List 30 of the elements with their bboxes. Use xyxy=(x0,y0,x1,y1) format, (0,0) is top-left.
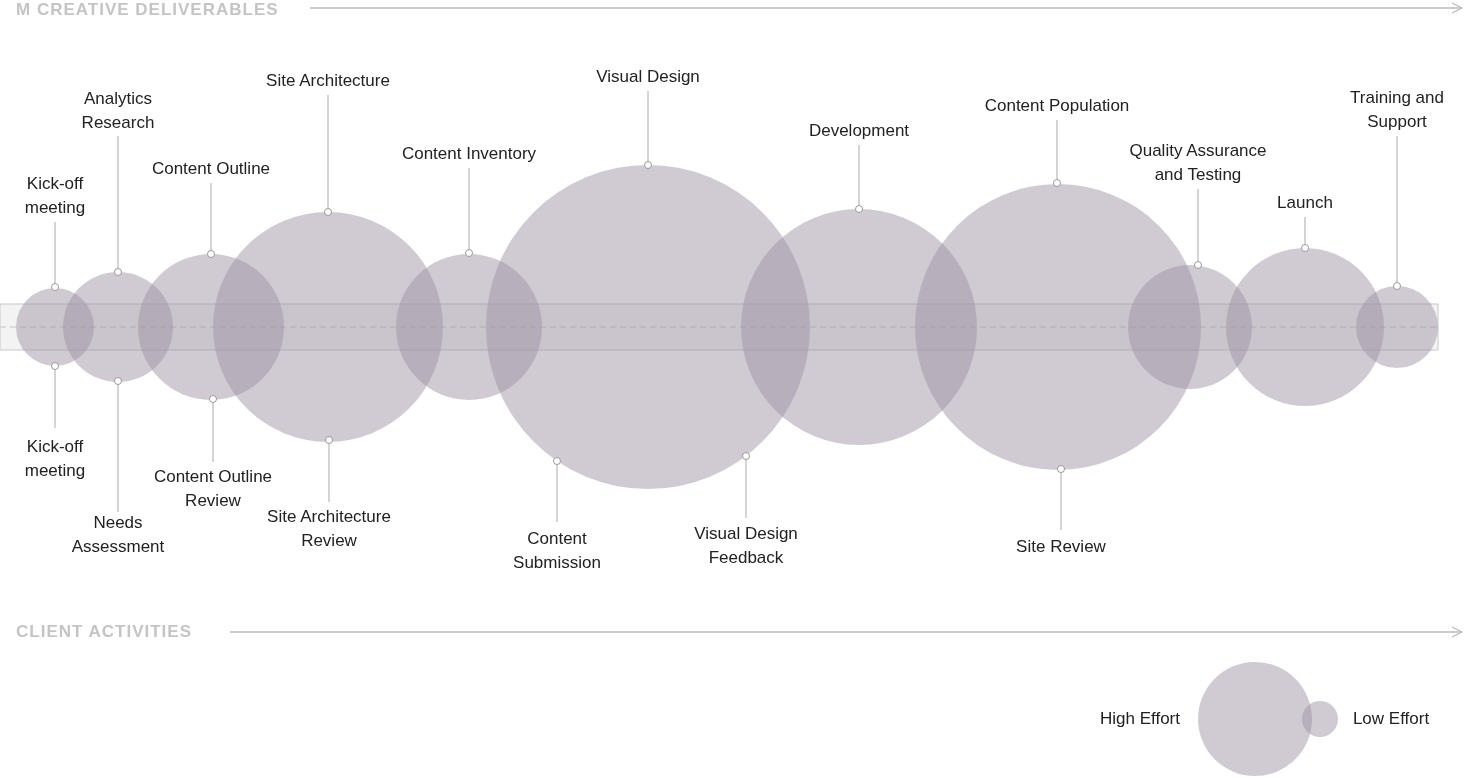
activity-label: Kick-off meeting xyxy=(24,436,86,482)
legend-label: Low Effort xyxy=(1352,708,1430,730)
deliverable-label: Analytics Research xyxy=(81,88,155,134)
deliverable-label: Training and Support xyxy=(1350,87,1444,133)
leader-line xyxy=(742,452,750,519)
deliverable-label: Kick-off meeting xyxy=(24,173,86,219)
leader-line xyxy=(51,362,59,429)
legend-label: High Effort xyxy=(1100,708,1180,730)
deliverable-label: Quality Assurance and Testing xyxy=(1129,140,1267,186)
leader-line xyxy=(51,221,59,291)
section-heading: CLIENT ACTIVITIES xyxy=(16,621,192,643)
deliverable-label: Launch xyxy=(1277,192,1333,214)
deliverable-label: Content Population xyxy=(984,95,1130,117)
leader-line xyxy=(1057,465,1065,531)
leader-line xyxy=(553,457,561,523)
deliverable-label: Visual Design xyxy=(596,66,700,88)
leader-line xyxy=(325,436,333,503)
deliverable-label: Content Inventory xyxy=(401,143,537,165)
activity-label: Content Submission xyxy=(513,528,601,574)
leader-line xyxy=(209,395,217,463)
leader-line xyxy=(1301,216,1309,252)
activity-label: Visual Design Feedback xyxy=(694,523,798,569)
activity-label: Needs Assessment xyxy=(71,512,165,558)
activity-label: Site Review xyxy=(1016,536,1106,558)
section-heading: M CREATIVE DELIVERABLES xyxy=(16,0,279,21)
leader-line xyxy=(855,144,863,213)
deliverable-label: Content Outline xyxy=(151,158,271,180)
leader-line xyxy=(1053,119,1061,187)
deliverable-label: Development xyxy=(808,120,910,142)
deliverable-label: Site Architecture xyxy=(266,70,390,92)
